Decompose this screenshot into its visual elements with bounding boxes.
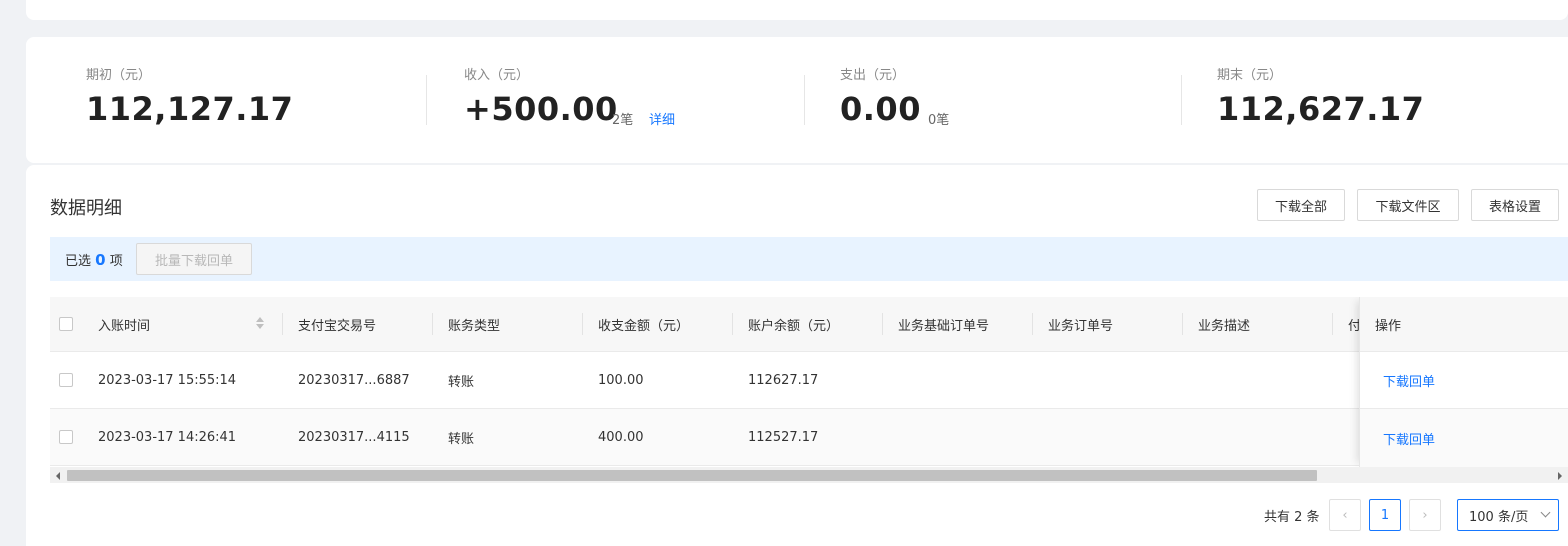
table-settings-button[interactable]: 表格设置 — [1471, 189, 1559, 221]
column-header: 收支金额（元） — [598, 318, 690, 334]
download-receipt-link[interactable]: 下载回单 — [1383, 371, 1435, 390]
horizontal-scrollbar[interactable] — [50, 467, 1568, 483]
chevron-right-icon: › — [1422, 507, 1428, 523]
stat-income-value: +500.00 — [464, 90, 618, 128]
row-checkbox[interactable] — [59, 373, 73, 387]
scroll-right-icon[interactable] — [1558, 472, 1562, 480]
selection-summary: 已选 0 项 — [65, 250, 123, 269]
stat-opening-label: 期初（元） — [86, 68, 152, 83]
selection-prefix: 已选 — [65, 254, 92, 269]
column-header[interactable]: 入账时间 — [98, 297, 248, 351]
selection-count: 0 — [95, 251, 106, 269]
selection-suffix: 项 — [109, 254, 123, 269]
pagination-total: 共有 2 条 — [1264, 510, 1320, 525]
chevron-down-icon — [1540, 507, 1551, 518]
stat-expense-label: 支出（元） — [840, 68, 906, 83]
cell-balance: 112527.17 — [748, 429, 819, 445]
divider — [426, 75, 427, 125]
scroll-left-icon[interactable] — [56, 472, 60, 480]
income-detail-link[interactable]: 详细 — [649, 109, 675, 128]
column-header: 账务类型 — [448, 318, 501, 334]
action-cell: 下载回单 — [1360, 352, 1568, 409]
sort-icon[interactable] — [256, 317, 264, 331]
table-row: 2023-03-17 15:55:14 20230317...6887 转账 1… — [50, 352, 1568, 409]
cell-type: 转账 — [448, 374, 475, 390]
data-table: 入账时间 支付宝交易号 账务类型 收支金额（元） 账户余额（元） 业务基础订单号… — [50, 297, 1568, 483]
stat-income-label: 收入（元） — [464, 68, 530, 83]
chevron-left-icon: ‹ — [1342, 507, 1348, 523]
column-header: 支付宝交易号 — [298, 318, 377, 334]
cell-amount: 100.00 — [598, 372, 644, 388]
scroll-thumb[interactable] — [67, 470, 1317, 481]
page-1-button[interactable]: 1 — [1369, 499, 1401, 531]
select-all-checkbox[interactable] — [59, 317, 73, 331]
download-files-button[interactable]: 下载文件区 — [1357, 189, 1459, 221]
column-header: 业务描述 — [1198, 318, 1251, 334]
cell-trade-no: 20230317...4115 — [298, 429, 410, 445]
cell-trade-no: 20230317...6887 — [298, 372, 410, 388]
cell-time: 2023-03-17 15:55:14 — [98, 372, 237, 388]
stat-opening-value: 112,127.17 — [86, 90, 294, 128]
divider — [804, 75, 805, 125]
column-header: 业务订单号 — [1048, 318, 1114, 334]
stat-income-count: 2笔 — [612, 113, 634, 128]
cell-amount: 400.00 — [598, 429, 644, 445]
stat-closing-label: 期末（元） — [1217, 68, 1283, 83]
top-card — [26, 0, 1568, 20]
prev-page-button[interactable]: ‹ — [1329, 499, 1361, 531]
column-header: 业务基础订单号 — [898, 318, 990, 334]
selection-bar: 已选 0 项 批量下载回单 — [50, 237, 1568, 281]
section-title: 数据明细 — [50, 198, 122, 219]
summary-card: 期初（元） 112,127.17 收入（元） +500.00 2笔 详细 支出（… — [26, 37, 1568, 163]
download-receipt-link[interactable]: 下载回单 — [1383, 429, 1435, 448]
stat-expense-value: 0.00 — [840, 90, 921, 128]
batch-download-button[interactable]: 批量下载回单 — [136, 243, 252, 275]
page-size-select[interactable]: 100 条/页 — [1457, 499, 1559, 531]
row-checkbox[interactable] — [59, 430, 73, 444]
stat-expense-count: 0笔 — [928, 113, 950, 128]
divider — [1181, 75, 1182, 125]
action-header: 操作 — [1360, 297, 1568, 352]
download-all-button[interactable]: 下载全部 — [1257, 189, 1345, 221]
action-column: 操作 下载回单 下载回单 — [1359, 297, 1568, 467]
cell-balance: 112627.17 — [748, 372, 819, 388]
next-page-button[interactable]: › — [1409, 499, 1441, 531]
action-cell: 下载回单 — [1360, 409, 1568, 467]
page-size-value: 100 条/页 — [1469, 509, 1529, 525]
cell-time: 2023-03-17 14:26:41 — [98, 429, 237, 445]
stat-closing-value: 112,627.17 — [1217, 90, 1425, 128]
cell-type: 转账 — [448, 431, 475, 447]
table-header: 入账时间 支付宝交易号 账务类型 收支金额（元） 账户余额（元） 业务基础订单号… — [50, 297, 1568, 352]
data-detail-card: 数据明细 下载全部 下载文件区 表格设置 已选 0 项 批量下载回单 入账时间 … — [26, 165, 1568, 546]
table-row: 2023-03-17 14:26:41 20230317...4115 转账 4… — [50, 409, 1568, 466]
column-header: 账户余额（元） — [748, 318, 840, 334]
